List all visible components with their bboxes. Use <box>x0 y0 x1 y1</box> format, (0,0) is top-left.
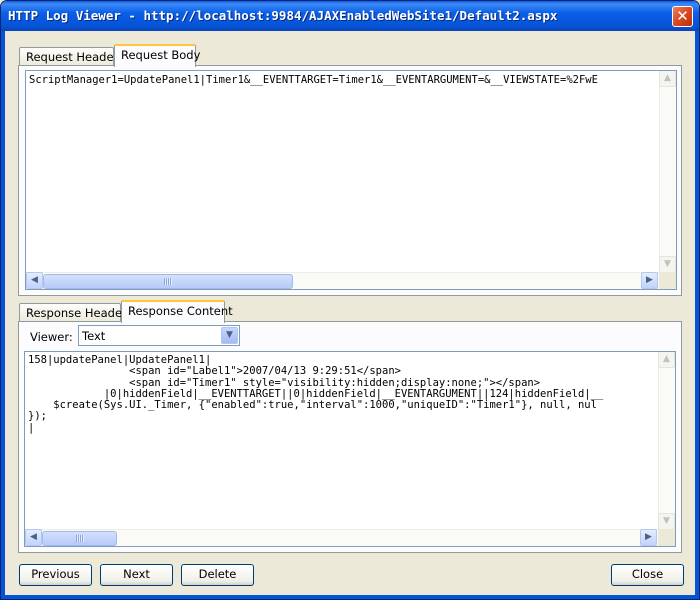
delete-button[interactable]: Delete <box>181 564 254 586</box>
dropdown-arrow-icon[interactable]: ▼ <box>221 327 238 344</box>
window-frame-right <box>695 31 699 599</box>
response-content-text: 158|updatePanel|UpdatePanel1| <span id="… <box>28 355 655 526</box>
response-scroll-thumb[interactable] <box>42 531 117 546</box>
response-horizontal-scrollbar[interactable]: ◀ ▶ <box>25 529 658 546</box>
response-tabs: Response Headers Response Content <box>19 300 679 323</box>
response-content-textarea[interactable]: 158|updatePanel|UpdatePanel1| <span id="… <box>24 351 676 547</box>
window-frame-left <box>1 31 5 599</box>
response-content-line: }); <box>28 410 47 423</box>
scroll-right-icon[interactable]: ▶ <box>641 272 658 289</box>
request-body-textarea[interactable]: ScriptManager1=UpdatePanel1|Timer1&__EVE… <box>25 70 677 290</box>
viewer-select[interactable]: Text ▼ <box>78 325 240 346</box>
response-vertical-scrollbar[interactable]: ▲ ▼ <box>658 352 675 530</box>
response-content-line: $create(Sys.UI._Timer, {"enabled":true,"… <box>28 399 597 412</box>
scroll-left-icon[interactable]: ◀ <box>26 272 43 289</box>
next-button[interactable]: Next <box>100 564 173 586</box>
response-content-line: | <box>28 421 35 434</box>
scroll-down-icon[interactable]: ▼ <box>658 513 675 530</box>
tab-response-headers[interactable]: Response Headers <box>19 303 133 322</box>
viewer-label: Viewer: <box>30 330 73 344</box>
title-bar[interactable]: HTTP Log Viewer - http://localhost:9984/… <box>1 1 699 31</box>
scroll-corner <box>658 529 675 546</box>
request-vertical-scrollbar[interactable]: ▲ ▼ <box>659 71 676 273</box>
scroll-up-icon[interactable]: ▲ <box>659 71 676 87</box>
scroll-right-icon[interactable]: ▶ <box>640 529 657 546</box>
request-scroll-thumb[interactable] <box>43 274 293 289</box>
tab-request-body[interactable]: Request Body <box>114 44 200 67</box>
tab-request-headers[interactable]: Request Headers <box>19 47 124 66</box>
window-close-icon[interactable]: ✕ <box>672 6 693 27</box>
window-title: HTTP Log Viewer - http://localhost:9984/… <box>8 8 558 23</box>
request-horizontal-scrollbar[interactable]: ◀ ▶ <box>26 272 659 289</box>
scroll-up-icon[interactable]: ▲ <box>658 352 675 368</box>
viewer-selected-value: Text <box>82 329 106 343</box>
close-button[interactable]: Close <box>611 564 684 586</box>
grip-icon <box>164 278 172 285</box>
window-frame-bottom <box>1 595 699 599</box>
grip-icon <box>75 535 84 542</box>
request-tabs: Request Headers Request Body <box>19 44 679 67</box>
scroll-down-icon[interactable]: ▼ <box>659 256 676 273</box>
tab-response-content[interactable]: Response Content <box>121 300 233 323</box>
http-log-viewer-window: HTTP Log Viewer - http://localhost:9984/… <box>0 0 700 600</box>
request-body-text: ScriptManager1=UpdatePanel1|Timer1&__EVE… <box>29 75 598 86</box>
scroll-corner <box>659 272 676 289</box>
response-content-line: <span id="Label1">2007/04/13 9:29:51</sp… <box>28 365 401 378</box>
previous-button[interactable]: Previous <box>19 564 92 586</box>
scroll-left-icon[interactable]: ◀ <box>25 529 42 546</box>
request-body-panel: ScriptManager1=UpdatePanel1|Timer1&__EVE… <box>18 65 682 296</box>
